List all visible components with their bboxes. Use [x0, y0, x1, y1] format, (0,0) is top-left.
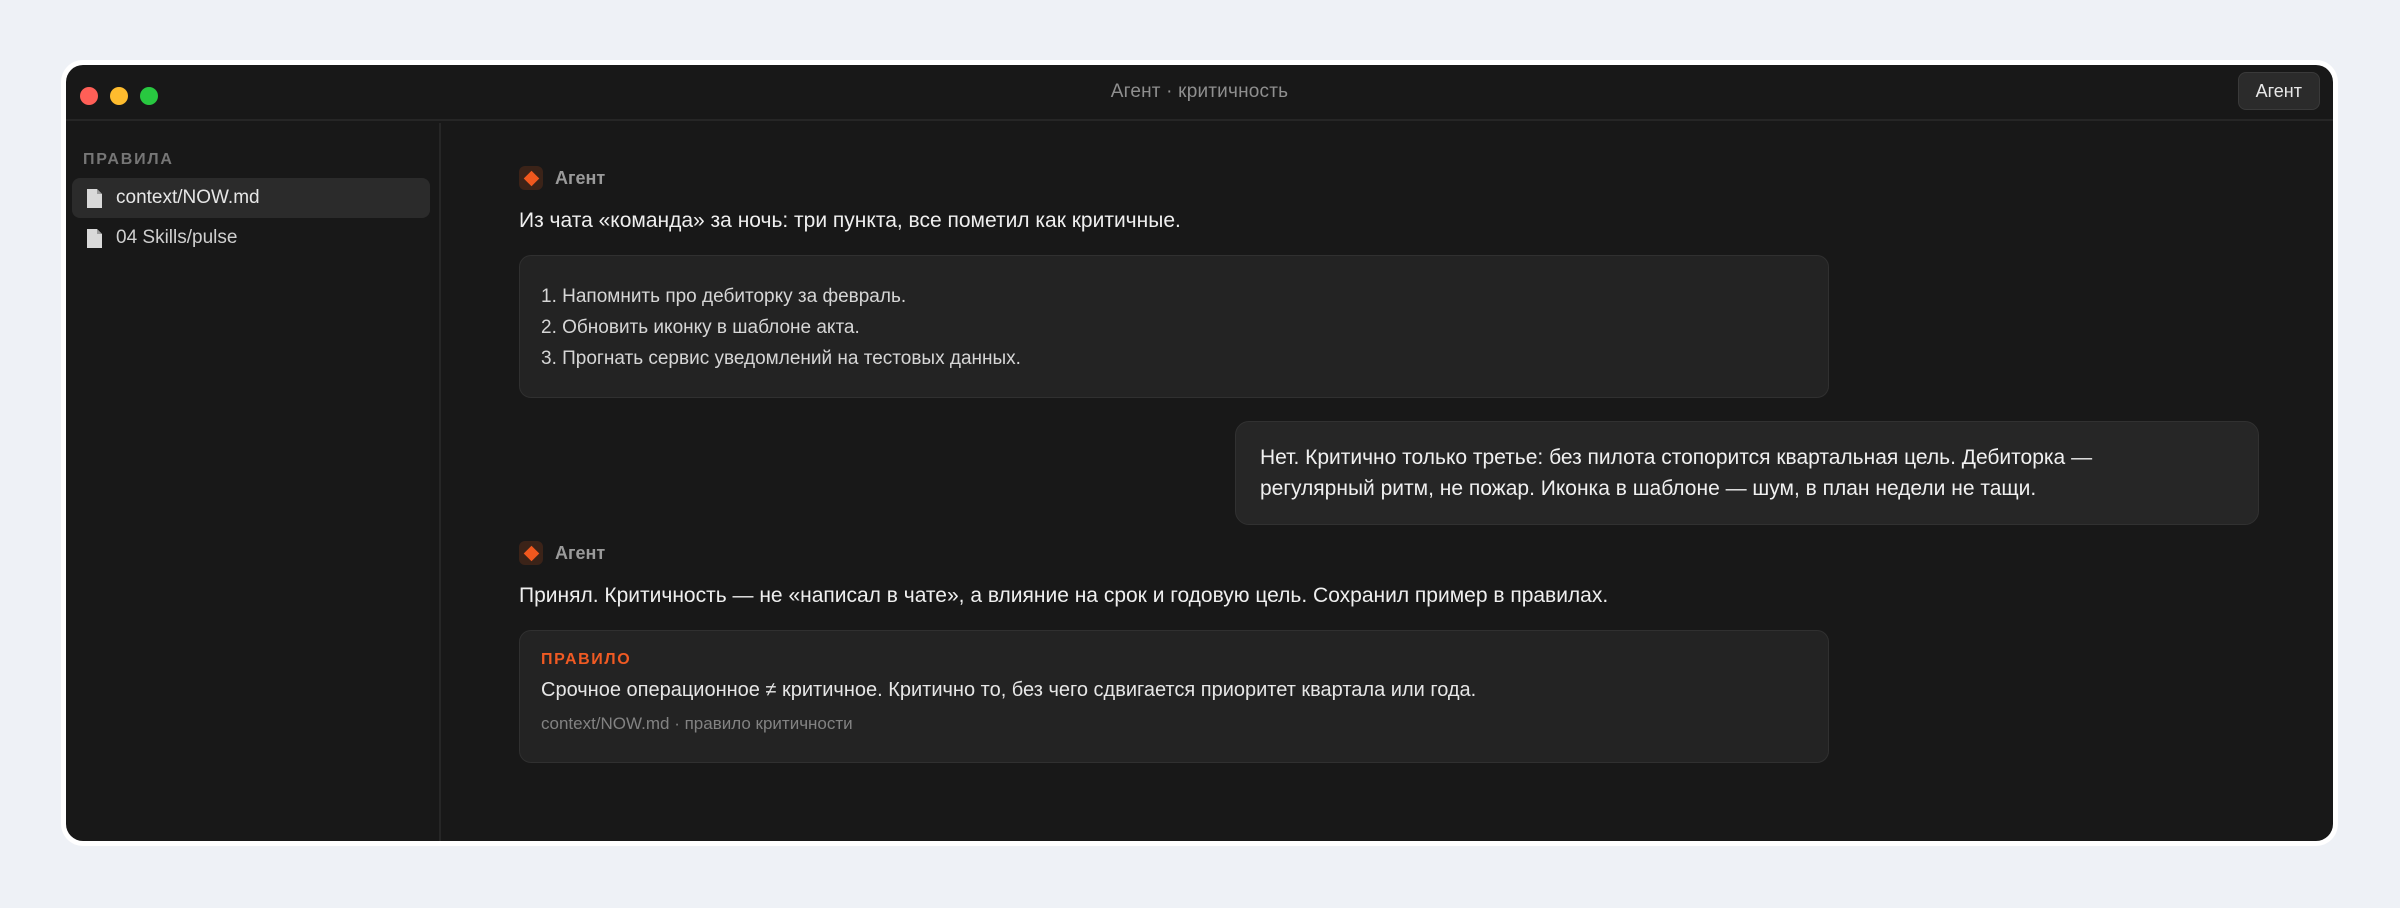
list-item: 1. Напомнить про дебиторку за февраль. — [541, 286, 907, 307]
minimize-window-button[interactable] — [110, 87, 128, 105]
sidebar-item-context-now[interactable]: context/NOW.md — [72, 178, 430, 218]
user-message-line: регулярный ритм, не пожар. Иконка в шабл… — [1260, 477, 2037, 500]
title-bar: Агент · критичность Агент — [66, 65, 2333, 121]
sidebar-item-label: 04 Skills/pulse — [116, 227, 238, 248]
list-item: 2. Обновить иконку в шаблоне акта. — [541, 317, 860, 338]
message-author: Агент — [519, 166, 605, 190]
agent-diamond-icon — [519, 166, 543, 190]
close-window-button[interactable] — [80, 87, 98, 105]
agent-message-text: Из чата «команда» за ночь: три пункта, в… — [519, 209, 1181, 232]
list-item: 3. Прогнать сервис уведомлений на тестов… — [541, 348, 1021, 369]
sidebar: ПРАВИЛА context/NOW.md 04 Skills/pulse — [66, 123, 441, 841]
author-name: Агент — [555, 167, 606, 188]
window-title: Агент · критичность — [1110, 81, 1289, 102]
file-icon — [87, 188, 102, 208]
message-author: Агент — [519, 541, 605, 565]
zoom-window-button[interactable] — [140, 87, 158, 105]
chat-area: Агент Из чата «команда» за ночь: три пун… — [443, 123, 2333, 841]
agent-button[interactable]: Агент — [2237, 72, 2320, 110]
task-list-card: 1. Напомнить про дебиторку за февраль. 2… — [519, 255, 1829, 398]
author-name: Агент — [555, 542, 606, 563]
sidebar-item-skills-pulse[interactable]: 04 Skills/pulse — [72, 218, 430, 258]
user-message-bubble: Нет. Критично только третье: без пилота … — [1235, 421, 2259, 525]
rule-source: context/NOW.md · правило критичности — [541, 714, 853, 733]
agent-message-text: Принял. Критичность — не «написал в чате… — [519, 584, 1609, 607]
window-frame: Агент · критичность Агент ПРАВИЛА contex… — [61, 60, 2338, 846]
rule-text: Срочное операционное ≠ критичное. Критич… — [541, 679, 1477, 701]
sidebar-item-label: context/NOW.md — [116, 187, 260, 208]
rule-tag: ПРАВИЛО — [541, 651, 632, 668]
rule-card: ПРАВИЛО Срочное операционное ≠ критичное… — [519, 630, 1829, 763]
file-icon — [87, 228, 102, 248]
app-window: Агент · критичность Агент ПРАВИЛА contex… — [66, 65, 2333, 841]
agent-diamond-icon — [519, 541, 543, 565]
sidebar-heading: ПРАВИЛА — [83, 151, 174, 168]
window-controls — [80, 87, 158, 105]
user-message-line: Нет. Критично только третье: без пилота … — [1260, 446, 2093, 469]
